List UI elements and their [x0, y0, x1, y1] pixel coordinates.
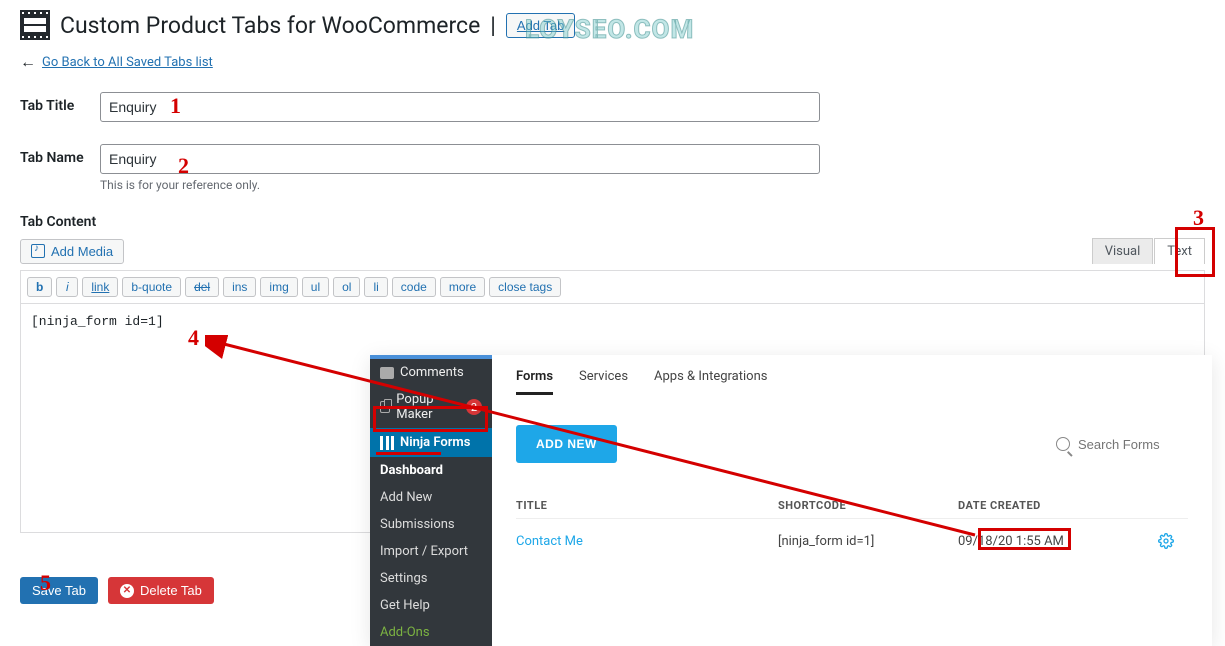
qt-bquote[interactable]: b-quote	[122, 277, 181, 297]
submenu-item-submissions[interactable]: Submissions	[370, 511, 492, 538]
page-title: Custom Product Tabs for WooCommerce | Ad…	[60, 12, 575, 39]
qt-img[interactable]: img	[260, 277, 297, 297]
nf-tab-apps[interactable]: Apps & Integrations	[654, 369, 767, 395]
nf-search-input[interactable]	[1078, 437, 1188, 452]
add-media-label: Add Media	[51, 244, 113, 259]
nf-row-title[interactable]: Contact Me	[516, 534, 778, 549]
nf-tab-forms[interactable]: Forms	[516, 369, 553, 395]
nf-col-date: DATE CREATED	[958, 499, 1158, 512]
submenu-item-settings[interactable]: Settings	[370, 565, 492, 592]
qt-more[interactable]: more	[440, 277, 485, 297]
editor-tab-text[interactable]: Text	[1154, 238, 1205, 264]
nf-form-row: Contact Me [ninja_form id=1] 09/18/20 1:…	[516, 519, 1188, 563]
save-tab-button[interactable]: Save Tab	[20, 577, 98, 604]
gear-icon[interactable]	[1158, 533, 1174, 549]
editor-tab-visual[interactable]: Visual	[1092, 238, 1154, 264]
nf-col-shortcode: SHORTCODE	[778, 499, 958, 512]
submenu-popup-maker[interactable]: Popup Maker 2	[370, 386, 492, 428]
submenu-comments-label: Comments	[400, 365, 464, 380]
qt-ins[interactable]: ins	[223, 277, 256, 297]
tab-name-input[interactable]	[100, 144, 820, 174]
nf-row-shortcode: [ninja_form id=1]	[778, 534, 958, 549]
submenu-popup-maker-label: Popup Maker	[396, 392, 460, 422]
nf-tab-services[interactable]: Services	[579, 369, 628, 395]
delete-x-icon: ✕	[120, 584, 134, 598]
ninja-forms-icon	[380, 436, 394, 450]
qt-del[interactable]: del	[185, 277, 219, 297]
plugin-icon	[20, 10, 50, 40]
media-icon	[31, 244, 45, 258]
submenu-ninja-forms[interactable]: Ninja Forms	[370, 428, 492, 457]
qt-li[interactable]: li	[364, 277, 387, 297]
delete-tab-button[interactable]: ✕ Delete Tab	[108, 577, 214, 604]
submenu-comments[interactable]: Comments	[370, 359, 492, 386]
submenu-item-add-new[interactable]: Add New	[370, 484, 492, 511]
qt-ol[interactable]: ol	[333, 277, 360, 297]
wp-admin-submenu: Comments Popup Maker 2 Ninja Forms Dashb…	[370, 355, 492, 646]
add-media-button[interactable]: Add Media	[20, 239, 124, 264]
submenu-item-dashboard[interactable]: Dashboard	[370, 457, 492, 484]
nf-search[interactable]	[1056, 437, 1188, 452]
tab-name-label: Tab Name	[20, 144, 100, 166]
qt-italic[interactable]: i	[56, 277, 78, 297]
quicktags-toolbar: b i link b-quote del ins img ul ol li co…	[20, 270, 1205, 303]
submenu-item-get-help[interactable]: Get Help	[370, 592, 492, 619]
submenu-ninja-forms-label: Ninja Forms	[400, 435, 470, 450]
tab-title-label: Tab Title	[20, 92, 100, 114]
nf-col-title: TITLE	[516, 499, 778, 512]
ninja-forms-dashboard: Forms Services Apps & Integrations ADD N…	[492, 355, 1212, 646]
ninja-forms-overlay: Comments Popup Maker 2 Ninja Forms Dashb…	[370, 355, 1212, 646]
back-link[interactable]: Go Back to All Saved Tabs list	[42, 55, 213, 70]
qt-ul[interactable]: ul	[302, 277, 329, 297]
tab-name-help: This is for your reference only.	[100, 178, 820, 192]
add-tab-button[interactable]: Add Tab	[506, 13, 575, 38]
qt-bold[interactable]: b	[27, 277, 52, 297]
submenu-item-addons[interactable]: Add-Ons	[370, 619, 492, 646]
nf-row-date: 09/18/20 1:55 AM	[958, 534, 1158, 549]
nf-add-new-button[interactable]: ADD NEW	[516, 425, 617, 463]
submenu-item-import-export[interactable]: Import / Export	[370, 538, 492, 565]
popup-maker-icon	[380, 401, 390, 413]
qt-close[interactable]: close tags	[489, 277, 561, 297]
tab-content-label: Tab Content	[20, 214, 1205, 230]
qt-code[interactable]: code	[392, 277, 436, 297]
delete-tab-label: Delete Tab	[140, 583, 202, 598]
qt-link[interactable]: link	[82, 277, 118, 297]
popup-maker-badge: 2	[466, 399, 482, 415]
tab-title-input[interactable]	[100, 92, 820, 122]
comments-icon	[380, 367, 394, 379]
back-arrow-icon: ←	[20, 52, 36, 72]
search-icon	[1056, 437, 1070, 451]
